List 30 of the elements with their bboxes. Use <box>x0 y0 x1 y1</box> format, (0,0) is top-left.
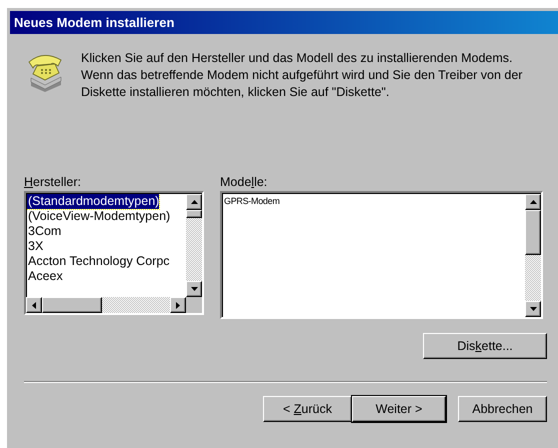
dialog-button[interactable]: Abbrechen <box>458 396 547 422</box>
scroll-thumb[interactable] <box>186 210 202 218</box>
instruction-text: Klicken Sie auf den Hersteller und das Modell des zu installierenden Modems. Wenn das betreffende Modem nicht aufgeführt wird und Sie den Treiber von der Diskette installieren möchten, klicken Sie auf "Diskette". <box>81 50 524 101</box>
horizontal-scrollbar[interactable] <box>26 297 202 313</box>
vertical-scrollbar[interactable] <box>186 194 202 297</box>
list-label: Modelle: <box>220 175 268 189</box>
list-item[interactable]: Aceex <box>27 269 63 284</box>
left-arrow-icon <box>32 302 36 308</box>
up-arrow-icon <box>530 200 536 204</box>
dialog-button[interactable]: Weiter > <box>352 396 446 422</box>
disk-button[interactable]: Diskette... <box>423 333 547 359</box>
list-item[interactable]: GPRS-Modem <box>223 194 280 209</box>
scroll-thumb[interactable] <box>525 210 541 255</box>
down-arrow-icon <box>190 287 198 291</box>
list-item[interactable]: Accton Technology Corpc <box>27 254 170 269</box>
down-arrow-icon <box>530 307 536 311</box>
scrollbar-corner <box>186 297 202 313</box>
dialog-button[interactable]: < Zurück <box>263 396 352 422</box>
model-list[interactable]: GPRS-Modem <box>220 191 543 319</box>
list-item[interactable]: 3X <box>27 239 44 254</box>
list-item[interactable]: (Standardmodemtypen) <box>27 194 160 209</box>
scroll-thumb[interactable] <box>42 297 102 313</box>
window-title: Neues Modem installieren <box>14 15 174 30</box>
list-item[interactable]: (VoiceView-Modemtypen) <box>27 209 170 224</box>
list-label: Hersteller: <box>24 175 82 189</box>
manufacturer-list[interactable]: (Standardmodemtypen) (VoiceView-Modemtypen) 3Com 3X Accton Technology Corpc Aceex <box>24 191 204 315</box>
list-item[interactable]: 3Com <box>27 224 62 239</box>
up-arrow-icon <box>190 200 198 204</box>
right-arrow-icon <box>176 302 180 308</box>
vertical-scrollbar[interactable] <box>525 194 541 317</box>
